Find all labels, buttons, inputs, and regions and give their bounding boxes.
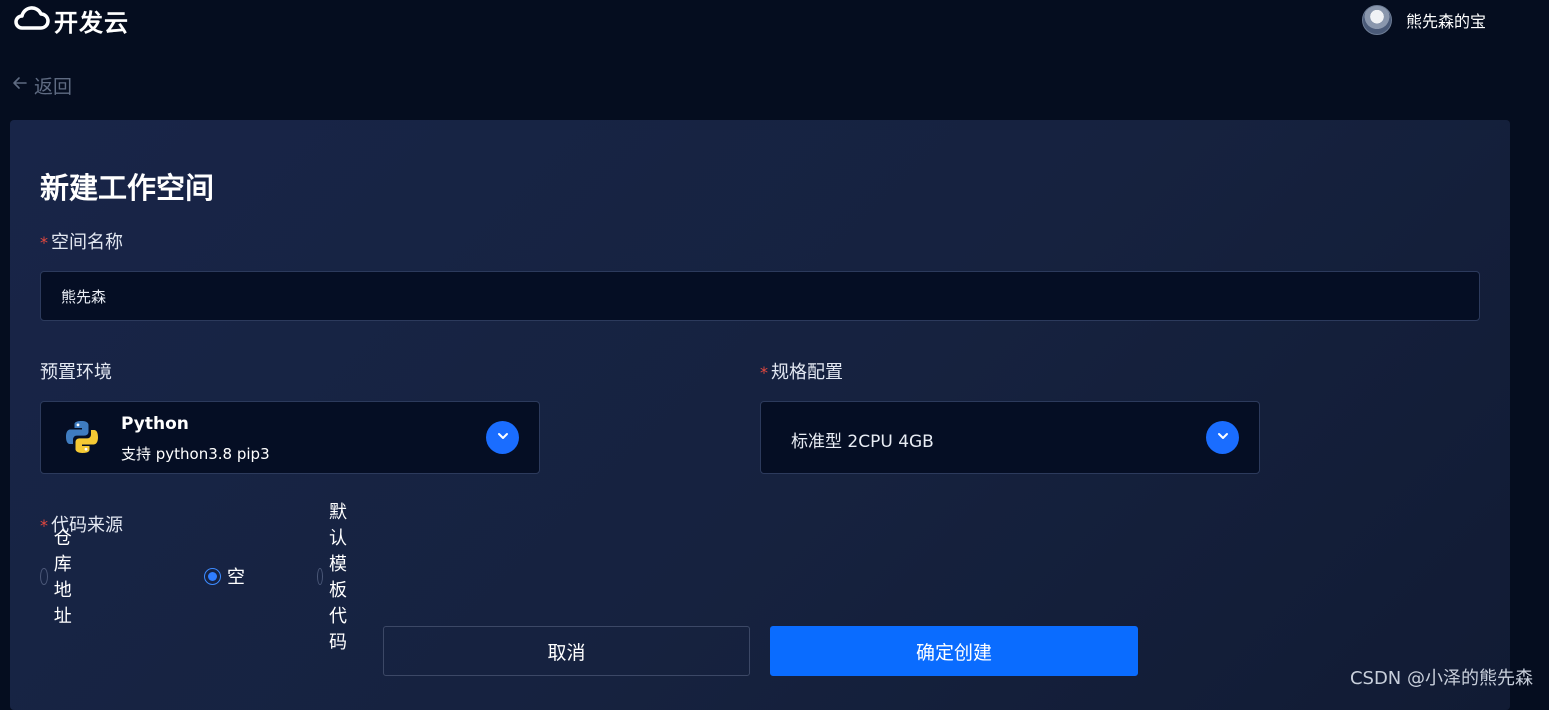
brand-logo[interactable]: 开发云 <box>12 4 129 37</box>
avatar[interactable] <box>1362 5 1392 35</box>
required-mark: * <box>760 363 768 382</box>
python-icon <box>63 418 101 456</box>
required-mark: * <box>40 233 48 252</box>
radio-circle-checked[interactable] <box>204 567 221 585</box>
radio-circle[interactable] <box>317 567 324 585</box>
required-mark: * <box>40 516 48 535</box>
radio-circle[interactable] <box>40 567 48 585</box>
radio-label: 空 <box>227 567 245 588</box>
back-label: 返回 <box>34 75 73 98</box>
spec-value: 标准型 2CPU 4GB <box>791 432 934 452</box>
space-name-label-text: 空间名称 <box>51 232 123 253</box>
radio-label: 默认模板代码 <box>329 502 348 653</box>
radio-default-template[interactable]: 默认模板代码 <box>317 502 358 653</box>
env-dropdown-button[interactable] <box>486 421 519 454</box>
radio-label: 仓库地址 <box>53 528 72 627</box>
cloud-icon <box>12 4 50 36</box>
back-link[interactable]: 返回 <box>12 72 72 98</box>
env-subtitle: 支持 python3.8 pip3 <box>121 445 270 463</box>
preset-env-select[interactable]: Python 支持 python3.8 pip3 <box>40 401 540 474</box>
spec-select[interactable]: 标准型 2CPU 4GB <box>760 401 1260 474</box>
brand-name: 开发云 <box>54 8 129 37</box>
spec-dropdown-button[interactable] <box>1206 421 1239 454</box>
top-bar: 开发云 熊先森的宝 <box>0 0 1549 44</box>
radio-repo-address[interactable]: 仓库地址 <box>40 528 81 627</box>
user-menu[interactable]: 熊先森的宝 <box>1362 4 1486 36</box>
preset-env-label: 预置环境 <box>40 362 112 383</box>
chevron-down-icon <box>496 428 510 447</box>
arrow-left-icon <box>12 74 28 96</box>
spec-label: * 规格配置 <box>760 358 843 384</box>
chevron-down-icon <box>1216 428 1230 447</box>
spec-label-text: 规格配置 <box>771 362 843 383</box>
watermark: CSDN @小泽的熊先森 <box>1349 668 1533 689</box>
code-source-label: * 代码来源 <box>40 511 123 537</box>
space-name-input[interactable] <box>40 271 1480 321</box>
page-title: 新建工作空间 <box>40 171 215 205</box>
space-name-label: * 空间名称 <box>40 228 123 254</box>
confirm-create-button[interactable]: 确定创建 <box>770 626 1138 676</box>
env-title: Python <box>121 414 189 434</box>
user-name: 熊先森的宝 <box>1406 12 1487 31</box>
cancel-button[interactable]: 取消 <box>383 626 750 676</box>
radio-empty[interactable]: 空 <box>204 563 245 589</box>
